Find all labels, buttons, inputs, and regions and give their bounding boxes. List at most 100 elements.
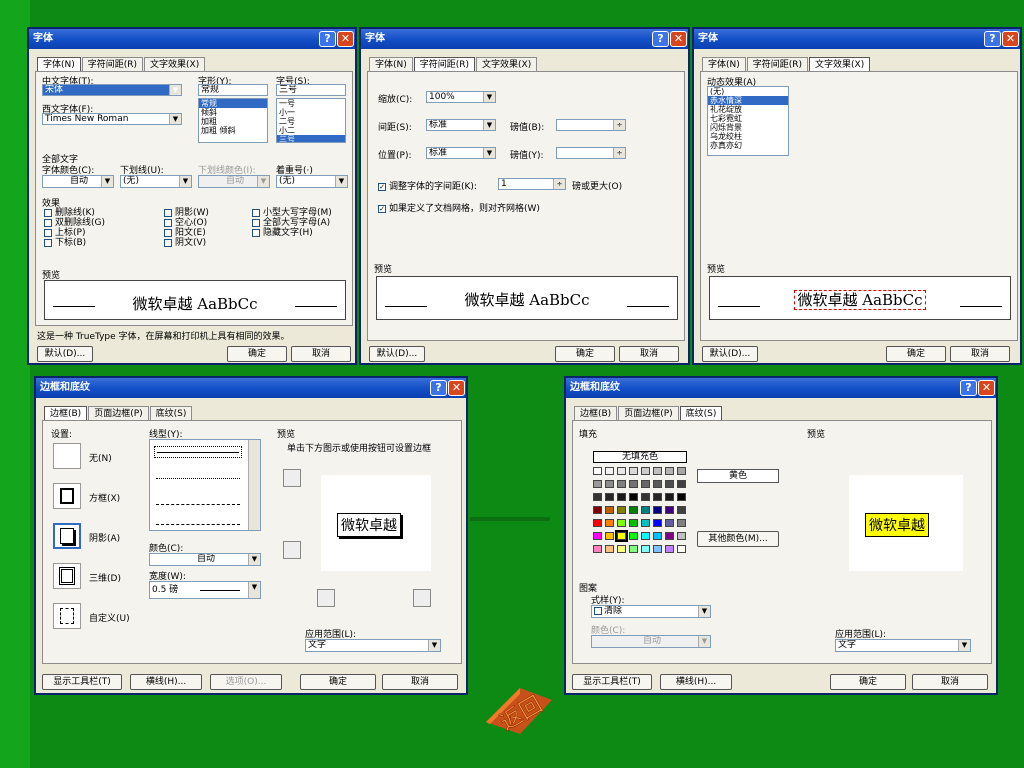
size-list[interactable]: 一号 小一 二号 小二 三号	[276, 98, 346, 143]
list-item[interactable]: 加粗	[199, 117, 267, 126]
hidden-checkbox[interactable]: 隐藏文字(H)	[252, 228, 332, 238]
color-swatch[interactable]	[653, 493, 662, 501]
tab-shading[interactable]: 底纹(S)	[149, 406, 193, 420]
color-swatch[interactable]	[629, 480, 638, 488]
color-swatch[interactable]	[677, 467, 686, 475]
list-item[interactable]: 常规	[199, 99, 267, 108]
color-swatch[interactable]	[665, 532, 674, 540]
color-swatch[interactable]	[641, 506, 650, 514]
color-swatch[interactable]	[665, 545, 674, 553]
tab-spacing[interactable]: 字符间距(R)	[746, 57, 809, 71]
color-swatch[interactable]	[653, 506, 662, 514]
kern-spinner[interactable]: 1 ÷	[498, 178, 566, 190]
color-swatch[interactable]	[653, 480, 662, 488]
color-swatch[interactable]	[605, 493, 614, 501]
apply-select[interactable]: 文字 ▼	[305, 639, 441, 652]
border-width-select[interactable]: 0.5 磅 ▼	[149, 581, 261, 599]
tab-font[interactable]: 字体(N)	[369, 57, 413, 71]
list-item[interactable]	[156, 524, 240, 525]
style-list[interactable]: 常规 倾斜 加粗 加粗 倾斜	[198, 98, 268, 143]
top-border-button[interactable]	[283, 469, 301, 487]
color-swatch[interactable]	[641, 467, 650, 475]
color-swatch[interactable]	[665, 493, 674, 501]
list-item[interactable]	[154, 446, 242, 458]
cancel-button[interactable]: 取消	[619, 346, 679, 362]
help-icon[interactable]: ?	[652, 31, 669, 47]
color-swatch[interactable]	[629, 467, 638, 475]
help-icon[interactable]: ?	[430, 380, 447, 396]
color-swatch[interactable]	[665, 480, 674, 488]
apply-select[interactable]: 文字 ▼	[835, 639, 971, 652]
tab-font[interactable]: 字体(N)	[37, 57, 81, 71]
show-toolbar-button[interactable]: 显示工具栏(T)	[42, 674, 122, 690]
horizontal-line-button[interactable]: 横线(H)...	[660, 674, 732, 690]
color-swatch[interactable]	[653, 532, 662, 540]
list-item[interactable]: 七彩霓虹	[708, 114, 788, 123]
color-swatch[interactable]	[629, 493, 638, 501]
default-button[interactable]: 默认(D)...	[369, 346, 425, 362]
tab-spacing[interactable]: 字符间距(R)	[413, 57, 476, 71]
color-swatch[interactable]	[653, 467, 662, 475]
engrave-checkbox[interactable]: 阴文(V)	[164, 238, 209, 248]
color-swatch[interactable]	[593, 480, 602, 488]
color-swatch[interactable]	[677, 506, 686, 514]
grid-checkbox[interactable]: ✓ 如果定义了文档网格，则对齐网格(W)	[378, 201, 540, 214]
color-swatch-selected[interactable]	[615, 530, 628, 542]
tab-page-border[interactable]: 页面边框(P)	[88, 406, 149, 420]
list-item[interactable]	[156, 478, 240, 479]
list-item[interactable]: 闪烁背景	[708, 123, 788, 132]
color-swatch[interactable]	[593, 545, 602, 553]
small-caps-checkbox[interactable]: 小型大写字母(M)	[252, 208, 332, 218]
color-swatch[interactable]	[653, 519, 662, 527]
color-swatch[interactable]	[641, 545, 650, 553]
help-icon[interactable]: ?	[960, 380, 977, 396]
style-input[interactable]: 常规	[198, 84, 268, 96]
color-swatch[interactable]	[641, 493, 650, 501]
color-swatch[interactable]	[593, 493, 602, 501]
ok-button[interactable]: 确定	[886, 346, 946, 362]
tab-effects[interactable]: 文字效果(X)	[809, 57, 871, 71]
return-button[interactable]: 返回	[480, 678, 558, 740]
color-swatch[interactable]	[665, 519, 674, 527]
list-item[interactable]: 小二	[277, 126, 345, 135]
tab-spacing[interactable]: 字符间距(R)	[81, 57, 144, 71]
color-swatch[interactable]	[653, 545, 662, 553]
color-swatch[interactable]	[677, 493, 686, 501]
position-by-spinner[interactable]: ÷	[556, 147, 626, 159]
tab-page-border[interactable]: 页面边框(P)	[618, 406, 679, 420]
cancel-button[interactable]: 取消	[382, 674, 458, 690]
all-caps-checkbox[interactable]: 全部大写字母(A)	[252, 218, 332, 228]
underline-select[interactable]: (无) ▼	[120, 175, 192, 188]
close-icon[interactable]: ✕	[670, 31, 687, 47]
color-swatch[interactable]	[605, 467, 614, 475]
tab-borders[interactable]: 边框(B)	[574, 406, 618, 420]
list-item[interactable]: 乌龙绞柱	[708, 132, 788, 141]
space-select[interactable]: 标准 ▼	[426, 119, 496, 131]
cn-font-select[interactable]: 宋体 ▼	[42, 84, 182, 96]
color-swatch[interactable]	[629, 532, 638, 540]
color-swatch[interactable]	[629, 519, 638, 527]
color-swatch[interactable]	[629, 545, 638, 553]
color-swatch[interactable]	[593, 519, 602, 527]
color-swatch[interactable]	[605, 519, 614, 527]
tab-effects[interactable]: 文字效果(X)	[476, 57, 538, 71]
border-color-select[interactable]: 自动 ▼	[149, 553, 261, 566]
default-button[interactable]: 默认(D)...	[37, 346, 93, 362]
tab-borders[interactable]: 边框(B)	[44, 406, 88, 420]
color-swatch[interactable]	[617, 480, 626, 488]
more-colors-button[interactable]: 其他颜色(M)...	[697, 531, 779, 547]
close-icon[interactable]: ✕	[978, 380, 995, 396]
color-swatch[interactable]	[665, 506, 674, 514]
west-font-select[interactable]: Times New Roman ▼	[42, 113, 182, 125]
color-swatch[interactable]	[629, 506, 638, 514]
ok-button[interactable]: 确定	[300, 674, 376, 690]
tab-effects[interactable]: 文字效果(X)	[144, 57, 206, 71]
list-item[interactable]: (无)	[708, 87, 788, 96]
shadow-checkbox[interactable]: 阴影(W)	[164, 208, 209, 218]
color-swatch[interactable]	[677, 519, 686, 527]
pattern-style-select[interactable]: 清除 ▼	[591, 605, 711, 618]
emboss-checkbox[interactable]: 阳文(E)	[164, 228, 209, 238]
close-icon[interactable]: ✕	[448, 380, 465, 396]
scrollbar[interactable]	[248, 440, 260, 530]
position-select[interactable]: 标准 ▼	[426, 147, 496, 159]
